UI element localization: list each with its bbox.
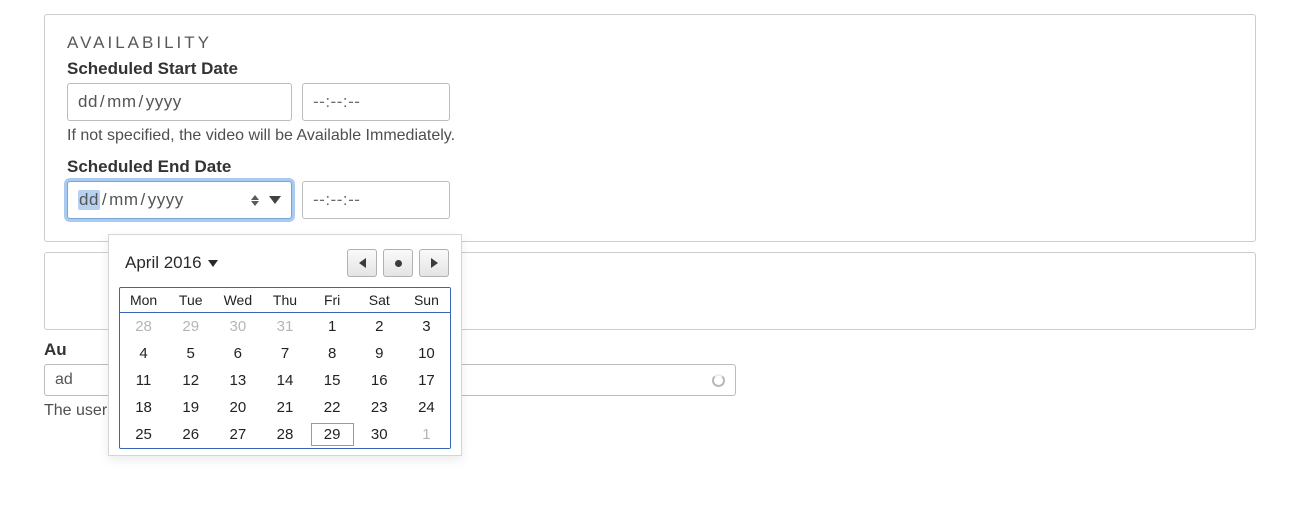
calendar-day[interactable]: 25 [120,421,167,448]
end-time-input[interactable]: --:--:-- [302,181,450,219]
loading-spinner-icon [712,374,725,387]
calendar-day[interactable]: 27 [214,421,261,448]
calendar-day[interactable]: 20 [214,394,261,421]
chevron-right-icon [431,258,438,268]
today-button[interactable] [383,249,413,277]
calendar-day[interactable]: 24 [403,394,450,421]
chevron-down-icon [208,260,218,267]
start-date-helper: If not specified, the video will be Avai… [67,127,1233,145]
calendar-grid: MonTueWedThuFriSatSun 282930311234567891… [119,287,451,449]
day-header: Fri [309,288,356,313]
calendar-day[interactable]: 6 [214,340,261,367]
chevron-left-icon [359,258,366,268]
date-stepper[interactable] [251,191,263,209]
calendar-day[interactable]: 22 [309,394,356,421]
calendar-day[interactable]: 9 [356,340,403,367]
calendar-day[interactable]: 18 [120,394,167,421]
calendar-day[interactable]: 31 [261,313,308,340]
end-date-placeholder: dd/mm/yyyy [78,190,184,210]
calendar-day[interactable]: 29 [167,313,214,340]
calendar-day[interactable]: 16 [356,367,403,394]
calendar-day[interactable]: 14 [261,367,308,394]
calendar-day[interactable]: 10 [403,340,450,367]
calendar-toggle-icon[interactable] [269,196,281,204]
calendar-day[interactable]: 28 [120,313,167,340]
dot-icon [395,260,402,267]
end-date-input[interactable]: dd/mm/yyyy [67,181,292,219]
stepper-up-icon [251,195,259,200]
month-year-selector[interactable]: April 2016 [125,253,218,273]
calendar-day[interactable]: 7 [261,340,308,367]
start-date-label: Scheduled Start Date [67,59,1233,79]
date-picker-popup: April 2016 MonTueWedThuFriSatSun 2829303… [108,234,462,456]
calendar-day[interactable]: 21 [261,394,308,421]
calendar-day[interactable]: 23 [356,394,403,421]
calendar-day[interactable]: 30 [214,313,261,340]
availability-panel: AVAILABILITY Scheduled Start Date dd/mm/… [44,14,1256,242]
calendar-day[interactable]: 15 [309,367,356,394]
calendar-day[interactable]: 29 [309,421,356,448]
next-month-button[interactable] [419,249,449,277]
calendar-day[interactable]: 1 [403,421,450,448]
end-date-label: Scheduled End Date [67,157,1233,177]
start-date-placeholder: dd/mm/yyyy [78,92,182,112]
availability-heading: AVAILABILITY [67,33,1233,53]
prev-month-button[interactable] [347,249,377,277]
day-header: Mon [120,288,167,313]
day-header: Thu [261,288,308,313]
calendar-day[interactable]: 13 [214,367,261,394]
calendar-day[interactable]: 28 [261,421,308,448]
day-header: Sat [356,288,403,313]
day-header: Sun [403,288,450,313]
calendar-day[interactable]: 30 [356,421,403,448]
stepper-down-icon [251,201,259,206]
calendar-day[interactable]: 3 [403,313,450,340]
start-time-input[interactable]: --:--:-- [302,83,450,121]
calendar-day[interactable]: 26 [167,421,214,448]
calendar-day[interactable]: 4 [120,340,167,367]
day-header: Tue [167,288,214,313]
calendar-day[interactable]: 19 [167,394,214,421]
calendar-day[interactable]: 17 [403,367,450,394]
calendar-day[interactable]: 1 [309,313,356,340]
calendar-day[interactable]: 12 [167,367,214,394]
calendar-day[interactable]: 11 [120,367,167,394]
day-header: Wed [214,288,261,313]
start-date-input[interactable]: dd/mm/yyyy [67,83,292,121]
calendar-day[interactable]: 5 [167,340,214,367]
calendar-day[interactable]: 2 [356,313,403,340]
calendar-day[interactable]: 8 [309,340,356,367]
